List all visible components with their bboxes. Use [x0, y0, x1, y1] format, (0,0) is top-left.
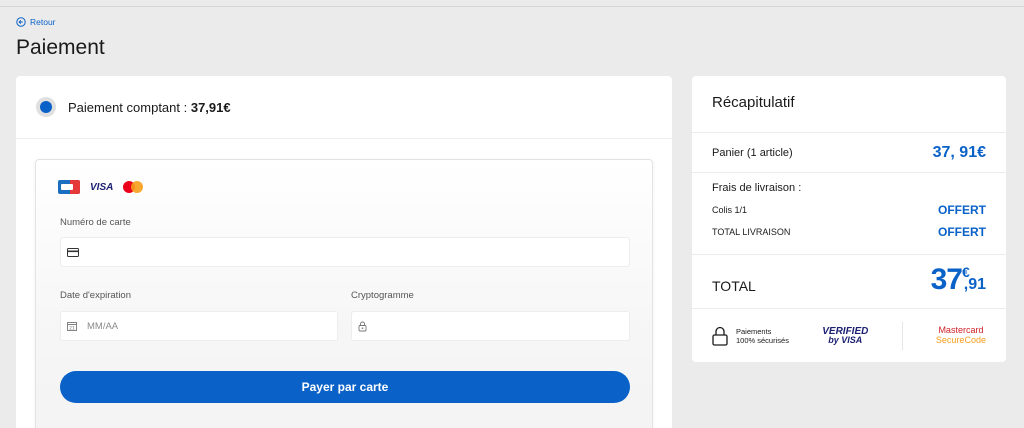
parcel-label: Colis 1/1: [712, 205, 748, 215]
shipping-header-row: Frais de livraison :: [712, 182, 986, 194]
shipping-label: Frais de livraison :: [712, 182, 802, 194]
secure-payments: Paiements 100% sécurisés: [712, 326, 789, 346]
cvv-field[interactable]: [351, 311, 630, 341]
back-link[interactable]: Retour: [16, 17, 56, 27]
lock-icon: [358, 321, 367, 331]
back-label[interactable]: Retour: [30, 17, 56, 27]
card-form-panel: VISA Numéro de carte Date d'expiration 2…: [35, 159, 653, 428]
mastercard-logo-icon: [123, 181, 144, 193]
divider: [692, 308, 1006, 309]
top-divider: [0, 6, 1024, 7]
payment-option-radio[interactable]: [36, 97, 56, 117]
parcel-row: Colis 1/1 OFFERT: [712, 203, 986, 217]
credit-card-icon: [67, 247, 79, 257]
divider: [692, 254, 1006, 255]
secure-line-2: 100% sécurisés: [736, 336, 789, 345]
arrow-left-circle-icon: [16, 17, 26, 27]
total-amount-integer: 37: [930, 263, 963, 296]
card-logos: VISA: [58, 180, 144, 194]
expiry-label: Date d'expiration: [60, 290, 131, 301]
shipping-total-value: OFFERT: [938, 225, 986, 239]
svg-text:21: 21: [69, 326, 75, 331]
payment-option-label: Paiement comptant : 37,91€: [68, 100, 231, 115]
cart-label: Panier (1 article): [712, 147, 793, 159]
shipping-total-label: TOTAL LIVRAISON: [712, 227, 791, 237]
total-amount-cents: ,91: [963, 276, 986, 293]
payment-card: Paiement comptant : 37,91€ VISA Numéro d…: [16, 76, 672, 428]
divider: [692, 172, 1006, 173]
verified-by-visa-logo: VERIFIED by VISA: [822, 327, 868, 345]
summary-card: Récapitulatif Panier (1 article) 37, 91€…: [692, 76, 1006, 362]
shipping-total-row: TOTAL LIVRAISON OFFERT: [712, 225, 986, 239]
cvv-label: Cryptogramme: [351, 290, 414, 301]
radio-selected-dot: [40, 101, 52, 113]
page-title: Paiement: [16, 36, 105, 59]
mastercard-securecode-logo: Mastercard SecureCode: [935, 325, 986, 346]
payment-option-text: Paiement comptant :: [68, 99, 191, 115]
vbv-line-2: by VISA: [828, 335, 863, 346]
expiry-placeholder: MM/AA: [87, 320, 119, 332]
parcel-value: OFFERT: [938, 203, 986, 217]
total-label: TOTAL: [712, 278, 756, 294]
cart-row: Panier (1 article) 37, 91€: [712, 144, 986, 162]
summary-title: Récapitulatif: [692, 76, 1006, 133]
visa-logo-icon: VISA: [90, 181, 114, 193]
payment-option-cash[interactable]: Paiement comptant : 37,91€: [16, 76, 672, 139]
secure-line-1: Paiements: [736, 326, 772, 336]
padlock-icon: [712, 326, 728, 346]
cart-amount: 37, 91€: [932, 144, 986, 161]
payment-option-amount: 37,91€: [190, 99, 231, 115]
total-row: TOTAL 37 € ,91: [712, 265, 986, 295]
badge-divider: [901, 322, 903, 350]
cb-logo-icon: [58, 180, 80, 194]
secure-payment-badges: Paiements 100% sécurisés VERIFIED by VIS…: [712, 322, 986, 350]
pay-by-card-button[interactable]: Payer par carte: [60, 371, 630, 403]
card-number-field[interactable]: [60, 237, 630, 267]
calendar-icon: 21: [67, 322, 77, 331]
expiry-field[interactable]: 21 MM/AA: [60, 311, 338, 341]
msc-line-2: SecureCode: [935, 335, 986, 345]
card-number-label: Numéro de carte: [60, 217, 131, 228]
total-amount: 37 € ,91: [931, 265, 986, 295]
